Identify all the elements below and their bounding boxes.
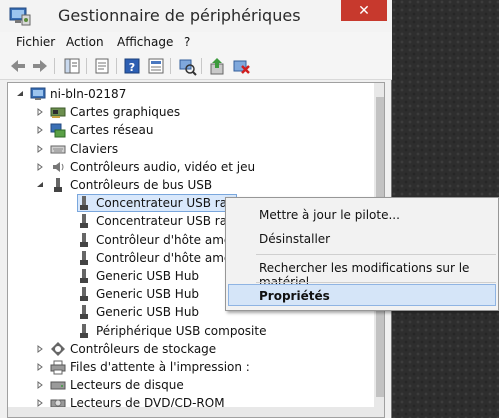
context-menu: Mettre à jour le pilote... Désinstaller … [225,197,499,311]
tree-item[interactable]: Contrôleur d'hôte amélior [60,231,250,249]
keyboard-icon [50,141,66,157]
scan-hardware-icon[interactable] [177,56,197,76]
toolbar: ? [0,52,392,80]
toolbar-separator [201,58,202,74]
tree-item[interactable]: Périphérique USB composite [60,322,266,340]
toolbar-separator [170,58,171,74]
tree-item-label: ni-bln-02187 [50,87,127,101]
tree-item[interactable]: Contrôleurs audio, vidéo et jeu [34,158,255,176]
usb-device-icon [76,232,92,248]
window-title: Gestionnaire de périphériques [58,6,301,25]
toolbar-separator [86,58,87,74]
display-adapter-icon [50,104,66,120]
tree-item-label: Generic USB Hub [96,305,200,320]
menu-separator [256,254,496,255]
tree-item[interactable]: Concentrateur USB racine [60,212,252,230]
usb-device-icon [76,195,92,211]
storage-controller-icon [50,341,66,357]
usb-device-icon [76,268,92,284]
expand-arrow-icon[interactable] [34,124,46,136]
properties-icon[interactable] [92,56,112,76]
printer-icon [50,359,66,375]
menu-fichier[interactable]: Fichier [16,35,55,49]
menu-update-driver[interactable]: Mettre à jour le pilote... [259,208,400,222]
show-view-icon[interactable] [146,56,166,76]
show-hide-console-tree-icon[interactable] [62,56,82,76]
tree-item[interactable]: Contrôleurs de stockage [34,340,216,358]
device-manager-icon [9,7,31,26]
tree-item[interactable]: Cartes réseau [34,121,153,139]
computer-icon [30,86,46,102]
tree-item-label: Périphérique USB composite [96,323,267,338]
close-button[interactable]: ✕ [341,0,387,21]
usb-icon [50,177,66,193]
tree-item-label: Lecteurs de disque [70,378,184,393]
usb-device-icon [76,323,92,339]
tree-item[interactable]: Generic USB Hub [60,267,199,285]
speaker-icon [50,159,66,175]
tree-item[interactable]: Generic USB Hub [60,303,199,321]
tree-item[interactable]: Cartes graphiques [34,103,180,121]
usb-device-icon [76,304,92,320]
tree-item[interactable]: Claviers [34,140,118,158]
tree-item-label: Contrôleurs de bus USB [70,178,213,192]
tree-item[interactable]: Contrôleurs de bus USB [34,176,212,194]
tree-item-label: Files d'attente à l'impression : [70,360,250,374]
toolbar-separator [54,58,55,74]
update-driver-icon[interactable] [207,56,227,76]
horizontal-scrollbar[interactable] [8,407,374,417]
menu-bar: Fichier Action Affichage ? [0,32,392,52]
tree-item-label: Cartes réseau [70,123,154,138]
tree-item-label: Claviers [70,141,119,156]
tree-item-label: Contrôleurs de stockage [70,341,217,356]
tree-item[interactable]: ni-bln-02187 [14,85,126,103]
tree-item[interactable]: Files d'attente à l'impression : [34,358,250,376]
tree-item-selected[interactable]: Concentrateur USB racine [60,194,252,213]
uninstall-device-icon[interactable] [231,56,251,76]
expand-arrow-icon[interactable] [34,143,46,155]
collapse-arrow-icon[interactable] [34,179,46,191]
forward-arrow-icon[interactable] [30,56,50,76]
tree-item-label: Generic USB Hub [96,269,200,283]
tree-item[interactable]: Generic USB Hub [60,285,199,303]
disk-drive-icon [50,377,66,393]
usb-device-icon [76,213,92,229]
title-bar[interactable]: Gestionnaire de périphériques ✕ [0,0,392,32]
menu-separator [256,282,496,283]
back-arrow-icon[interactable] [8,56,28,76]
svg-text:?: ? [129,61,135,74]
tree-item[interactable]: Contrôleur d'hôte amélior [60,249,250,267]
tree-item-label: Cartes graphiques [70,105,181,120]
usb-device-icon [76,286,92,302]
tree-item-label: Contrôleurs audio, vidéo et jeu [70,159,256,174]
expand-arrow-icon[interactable] [34,379,46,391]
expand-arrow-icon[interactable] [34,343,46,355]
expand-arrow-icon[interactable] [34,161,46,173]
tree-item-label: Generic USB Hub [96,287,200,302]
toolbar-separator [116,58,117,74]
usb-device-icon [76,250,92,266]
menu-action[interactable]: Action [66,35,104,49]
menu-affichage[interactable]: Affichage [117,35,173,49]
network-adapter-icon [50,122,66,138]
menu-uninstall[interactable]: Désinstaller [259,232,330,246]
help-icon[interactable]: ? [122,56,142,76]
menu-properties[interactable]: Propriétés [259,289,330,303]
menu-help[interactable]: ? [184,35,190,49]
expand-arrow-icon[interactable] [34,106,46,118]
expand-arrow-icon[interactable] [34,361,46,373]
tree-item[interactable]: Lecteurs de disque [34,376,184,394]
collapse-arrow-icon[interactable] [14,88,26,100]
